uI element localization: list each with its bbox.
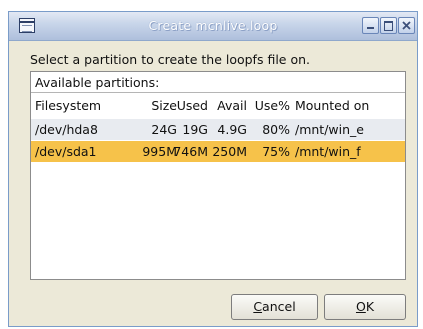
column-used: Used xyxy=(176,98,208,113)
cancel-mnemonic: C xyxy=(253,299,263,314)
cell-mounted-on: /mnt/win_e xyxy=(295,122,364,137)
minimize-icon[interactable] xyxy=(362,17,379,34)
partition-list[interactable]: Available partitions: Filesystem Size Us… xyxy=(30,71,406,280)
cell-use-pct: 75% xyxy=(262,144,290,159)
instruction-text: Select a partition to create the loopfs … xyxy=(30,52,310,67)
title-bar[interactable]: Create mcnlive.loop xyxy=(9,12,417,41)
ok-label: K xyxy=(365,299,375,314)
cancel-button[interactable]: Cancel xyxy=(231,294,318,320)
ok-button[interactable]: OK xyxy=(324,294,406,320)
list-title: Available partitions: xyxy=(35,75,160,90)
column-header-row: Filesystem Size Used Avail Use% Mounted … xyxy=(31,95,405,116)
column-avail: Avail xyxy=(217,98,247,113)
cell-mounted-on: /mnt/win_f xyxy=(295,144,361,159)
cancel-label: ancel xyxy=(262,299,296,314)
column-mounted-on: Mounted on xyxy=(295,98,370,113)
cell-size: 995M xyxy=(142,144,177,159)
cell-filesystem: /dev/sda1 xyxy=(35,144,97,159)
ok-mnemonic: O xyxy=(355,299,366,314)
list-divider xyxy=(31,92,405,93)
column-use-pct: Use% xyxy=(254,98,290,113)
partition-row-hda8[interactable]: /dev/hda8 24G 19G 4.9G 80% /mnt/win_e xyxy=(31,119,405,140)
cell-use-pct: 80% xyxy=(262,122,290,137)
window-title: Create mcnlive.loop xyxy=(148,18,278,33)
cell-used: 19G xyxy=(182,122,208,137)
cell-avail: 250M xyxy=(212,144,247,159)
maximize-icon[interactable] xyxy=(380,17,397,34)
column-size: Size xyxy=(151,98,177,113)
partition-row-sda1-selected[interactable]: /dev/sda1 995M 746M 250M 75% /mnt/win_f xyxy=(31,141,405,162)
cell-size: 24G xyxy=(151,122,177,137)
column-filesystem: Filesystem xyxy=(35,98,102,113)
cell-filesystem: /dev/hda8 xyxy=(35,122,98,137)
dialog-window: Create mcnlive.loop Select a partition t… xyxy=(8,11,418,327)
close-icon[interactable] xyxy=(398,17,415,34)
cell-used: 746M xyxy=(173,144,208,159)
cell-avail: 4.9G xyxy=(217,122,247,137)
